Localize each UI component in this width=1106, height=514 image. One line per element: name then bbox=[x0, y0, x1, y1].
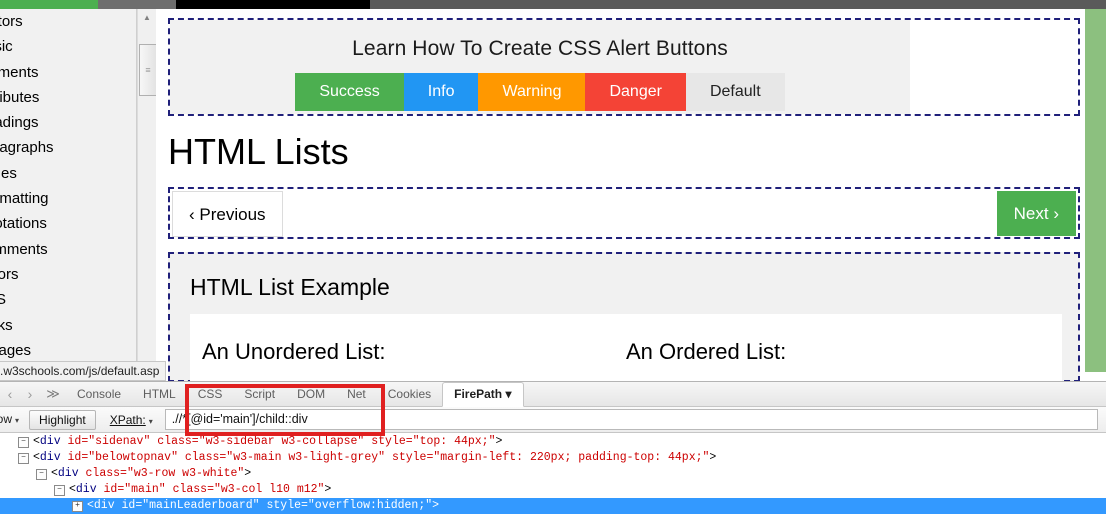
sidebar-item-basic[interactable]: asic bbox=[0, 34, 136, 59]
code-line-main[interactable]: − <div id="main" class="w3-col l10 m12"> bbox=[0, 482, 1106, 498]
sidebar-item-editors[interactable]: ditors bbox=[0, 9, 136, 34]
highlight-button[interactable]: Highlight bbox=[29, 409, 96, 430]
page-scrollbar[interactable]: ▲ ≡ bbox=[137, 9, 157, 369]
sidebar-item-attributes[interactable]: ttributes bbox=[0, 85, 136, 110]
code-line-mainleaderboard[interactable]: + <div id="mainLeaderboard" style="overfl… bbox=[0, 498, 1106, 514]
twisty-collapse-icon[interactable]: − bbox=[18, 437, 29, 448]
scrollbar-thumb[interactable]: ≡ bbox=[139, 44, 157, 96]
nav-back-icon[interactable]: ‹ bbox=[0, 382, 20, 406]
w3schools-sidenav: ditors asic lements ttributes eadings ar… bbox=[0, 9, 137, 369]
ordered-list-heading: An Ordered List: bbox=[626, 339, 787, 364]
xpath-mode-label: XPath: bbox=[109, 412, 146, 427]
firebug-menu-icon[interactable]: ≫ bbox=[40, 382, 66, 406]
tab-script[interactable]: Script bbox=[233, 382, 286, 406]
nav-forward-icon[interactable]: › bbox=[20, 382, 40, 406]
alert-button-danger[interactable]: Danger bbox=[585, 73, 686, 111]
ad-inner-panel: Learn How To Create CSS Alert Buttons Su… bbox=[170, 20, 910, 114]
tab-dom[interactable]: DOM bbox=[286, 382, 336, 406]
xpath-mode-selector[interactable]: XPath: ▾ bbox=[110, 413, 153, 427]
html-source-tree[interactable]: − <div id="sidenav" class="w3-sidebar w3-… bbox=[0, 433, 1106, 514]
next-button[interactable]: Next › bbox=[996, 191, 1076, 236]
right-edge-green-strip bbox=[1085, 9, 1106, 372]
chrome-strip-segment-grey bbox=[98, 0, 176, 9]
sidebar-item-comments[interactable]: omments bbox=[0, 237, 136, 262]
previous-button[interactable]: ‹ Previous bbox=[172, 191, 283, 237]
example-output-area: An Unordered List: An Ordered List: bbox=[190, 314, 1062, 381]
sidebar-item-colors[interactable]: olors bbox=[0, 262, 136, 287]
sidebar-item-css[interactable]: SS bbox=[0, 287, 136, 312]
alert-button-default[interactable]: Default bbox=[685, 73, 785, 111]
sidebar-item-links[interactable]: inks bbox=[0, 313, 136, 338]
code-line-w3row[interactable]: − <div class="w3-row w3-white"> bbox=[0, 466, 1106, 482]
code-line-sidenav[interactable]: − <div id="sidenav" class="w3-sidebar w3-… bbox=[0, 434, 1106, 450]
chevron-down-icon: ▾ bbox=[15, 415, 20, 425]
tab-console[interactable]: Console bbox=[66, 382, 132, 406]
tab-html[interactable]: HTML bbox=[132, 382, 187, 406]
firebug-tabbar: ‹ › ≫ Console HTML CSS Script DOM Net Co… bbox=[0, 382, 1106, 407]
code-line-belowtopnav[interactable]: − <div id="belowtopnav" class="w3-main w3… bbox=[0, 450, 1106, 466]
twisty-expand-icon[interactable]: + bbox=[72, 501, 83, 512]
sidebar-item-elements[interactable]: lements bbox=[0, 60, 136, 85]
sidebar-item-quotations[interactable]: uotations bbox=[0, 211, 136, 236]
sidebar-item-images[interactable]: mages bbox=[0, 338, 136, 363]
chrome-strip-segment-black bbox=[176, 0, 370, 9]
status-bar-url: .w3schools.com/js/default.asp bbox=[0, 361, 167, 381]
twisty-collapse-icon-4[interactable]: − bbox=[54, 485, 65, 496]
window-selector-label: dow bbox=[0, 411, 13, 426]
firebug-panel: ‹ › ≫ Console HTML CSS Script DOM Net Co… bbox=[0, 381, 1106, 514]
firepath-toolbar: dow▾ Highlight XPath:▾ .//*[@id='main']/… bbox=[0, 407, 1106, 433]
html-list-example-section: HTML List Example An Unordered List: An … bbox=[168, 252, 1080, 381]
sidebar-item-styles[interactable]: tyles bbox=[0, 161, 136, 186]
browser-viewport: ditors asic lements ttributes eadings ar… bbox=[0, 9, 1106, 381]
unordered-list-heading: An Unordered List: bbox=[202, 339, 386, 364]
tab-cookies[interactable]: Cookies bbox=[377, 382, 442, 406]
chrome-strip-segment-green bbox=[0, 0, 98, 9]
pagination-bar: ‹ Previous Next › bbox=[168, 187, 1080, 239]
alert-button-warning[interactable]: Warning bbox=[478, 73, 586, 111]
scroll-up-arrow-icon[interactable]: ▲ bbox=[138, 9, 156, 26]
sidebar-item-headings[interactable]: eadings bbox=[0, 110, 136, 135]
ad-alert-buttons: Success Info Warning Danger Default bbox=[170, 73, 910, 111]
tab-net[interactable]: Net bbox=[336, 382, 377, 406]
tab-firepath[interactable]: FirePath ▾ bbox=[442, 382, 524, 407]
window-chrome-strip bbox=[0, 0, 1106, 9]
window-selector[interactable]: dow▾ bbox=[0, 407, 19, 433]
ad-headline: Learn How To Create CSS Alert Buttons bbox=[352, 37, 728, 60]
sidebar-item-formatting[interactable]: ormatting bbox=[0, 186, 136, 211]
chrome-strip-segment-grey-2 bbox=[370, 0, 1106, 9]
main-leaderboard-ad: Learn How To Create CSS Alert Buttons Su… bbox=[168, 18, 1080, 116]
sidebar-item-paragraphs[interactable]: aragraphs bbox=[0, 135, 136, 160]
example-section-title: HTML List Example bbox=[190, 274, 390, 300]
tab-css[interactable]: CSS bbox=[187, 382, 234, 406]
page-main-content: Learn How To Create CSS Alert Buttons Su… bbox=[156, 9, 1086, 381]
twisty-collapse-icon-3[interactable]: − bbox=[36, 469, 47, 480]
alert-button-info[interactable]: Info bbox=[403, 73, 479, 111]
alert-button-success[interactable]: Success bbox=[295, 73, 404, 111]
chevron-down-icon-xpath: ▾ bbox=[148, 416, 153, 426]
twisty-collapse-icon-2[interactable]: − bbox=[18, 453, 29, 464]
page-title: HTML Lists bbox=[168, 131, 349, 172]
xpath-input[interactable]: .//*[@id='main']/child::div bbox=[164, 409, 1098, 430]
